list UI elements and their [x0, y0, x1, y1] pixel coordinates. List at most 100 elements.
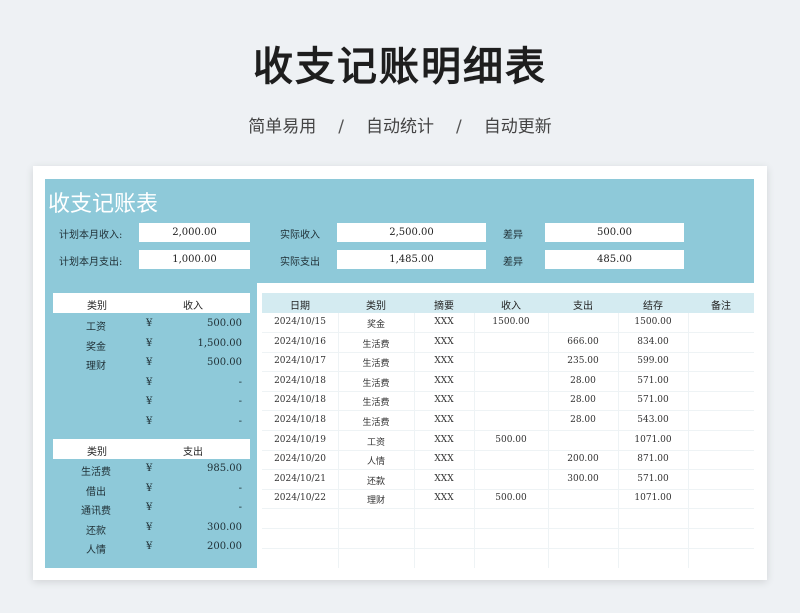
- ledger-cell-category[interactable]: 还款: [338, 474, 414, 487]
- expense-row: 通讯费 ¥ -: [53, 498, 250, 517]
- subtitle-item: 简单易用: [248, 117, 317, 137]
- income-amount-cell[interactable]: -: [239, 377, 242, 388]
- sheet-banner: 收支记账表: [45, 179, 754, 217]
- ledger-cell-summary[interactable]: XXX: [414, 474, 474, 484]
- expense-category-cell[interactable]: 人情: [53, 541, 139, 556]
- ledger-cell-balance[interactable]: 1071.00: [618, 435, 688, 445]
- income-amount-header: 收入: [183, 301, 203, 312]
- income-amount-cell[interactable]: -: [239, 416, 242, 427]
- ledger-cell-balance[interactable]: 571.00: [618, 474, 688, 484]
- currency-symbol: ¥: [146, 541, 153, 553]
- ledger-cell-category[interactable]: 理财: [338, 493, 414, 506]
- ledger-cell-date[interactable]: 2024/10/19: [262, 435, 338, 445]
- ledger-cell-expense[interactable]: 666.00: [548, 337, 618, 347]
- income-amount-cell[interactable]: 500.00: [207, 318, 242, 329]
- ledger-cell-expense[interactable]: 200.00: [548, 454, 618, 464]
- income-row: ¥ -: [53, 373, 250, 392]
- ledger-cell-income[interactable]: 500.00: [474, 493, 548, 503]
- plan-expense-cell[interactable]: 1,000.00: [139, 250, 250, 269]
- income-diff-cell[interactable]: 500.00: [545, 223, 684, 242]
- subtitle: 简单易用 / 自动统计 / 自动更新: [0, 112, 800, 137]
- ledger-cell-summary[interactable]: XXX: [414, 435, 474, 445]
- ledger-cell-category[interactable]: 生活费: [338, 376, 414, 389]
- ledger-cell-expense[interactable]: 28.00: [548, 376, 618, 386]
- ledger-cell-summary[interactable]: XXX: [414, 376, 474, 386]
- ledger-cell-category[interactable]: 生活费: [338, 415, 414, 428]
- ledger-cell-summary[interactable]: XXX: [414, 395, 474, 405]
- ledger-cell-balance[interactable]: 1500.00: [618, 317, 688, 327]
- ledger-cell-balance[interactable]: 543.00: [618, 415, 688, 425]
- ledger-cell-date[interactable]: 2024/10/22: [262, 493, 338, 503]
- ledger-cell-date[interactable]: 2024/10/15: [262, 317, 338, 327]
- ledger-cell-category[interactable]: 工资: [338, 435, 414, 448]
- expense-row: 生活费 ¥985.00: [53, 459, 250, 478]
- ledger-cell-expense[interactable]: 28.00: [548, 395, 618, 405]
- expense-category-cell[interactable]: 还款: [53, 522, 139, 537]
- expense-amount-cell[interactable]: 300.00: [207, 522, 242, 533]
- ledger-cell-date[interactable]: 2024/10/20: [262, 454, 338, 464]
- expense-category-cell[interactable]: 借出: [53, 483, 139, 498]
- expense-diff-cell[interactable]: 485.00: [545, 250, 684, 269]
- expense-amount-cell[interactable]: 985.00: [207, 463, 242, 474]
- ledger-cell-summary[interactable]: XXX: [414, 337, 474, 347]
- income-amount-cell[interactable]: -: [239, 396, 242, 407]
- ledger-cell-summary[interactable]: XXX: [414, 356, 474, 366]
- ledger-cell-summary[interactable]: XXX: [414, 454, 474, 464]
- expense-amount-cell[interactable]: -: [239, 502, 242, 513]
- income-category-cell[interactable]: 工资: [53, 318, 139, 333]
- ledger-cell-income[interactable]: 500.00: [474, 435, 548, 445]
- ledger-row: 2024/10/21 还款 XXX 300.00 571.00: [262, 470, 754, 490]
- income-row: 理财 ¥500.00: [53, 353, 250, 372]
- ledger-cell-summary[interactable]: XXX: [414, 317, 474, 327]
- income-category-cell[interactable]: 理财: [53, 357, 139, 372]
- ledger-cell-balance[interactable]: 834.00: [618, 337, 688, 347]
- currency-symbol: ¥: [146, 463, 153, 474]
- expense-amount-cell[interactable]: 200.00: [207, 541, 242, 552]
- ledger-cell-income[interactable]: 1500.00: [474, 317, 548, 327]
- ledger-cell-balance[interactable]: 571.00: [618, 376, 688, 386]
- actual-income-cell[interactable]: 2,500.00: [337, 223, 486, 242]
- ledger-cell-balance[interactable]: 1071.00: [618, 493, 688, 503]
- ledger-cell-date[interactable]: 2024/10/21: [262, 474, 338, 484]
- plan-income-label: 计划本月收入:: [59, 230, 123, 241]
- ledger-row: 2024/10/18 生活费 XXX 28.00 571.00: [262, 372, 754, 392]
- ledger-row: [262, 529, 754, 549]
- ledger-cell-date[interactable]: 2024/10/18: [262, 376, 338, 386]
- ledger-cell-balance[interactable]: 871.00: [618, 454, 688, 464]
- ledger-header-date: 日期: [290, 301, 310, 312]
- plan-expense-label: 计划本月支出:: [59, 257, 123, 268]
- currency-symbol: ¥: [146, 521, 153, 533]
- expense-category-cell[interactable]: 生活费: [53, 463, 139, 478]
- ledger-cell-expense[interactable]: 300.00: [548, 474, 618, 484]
- ledger-cell-summary[interactable]: XXX: [414, 415, 474, 425]
- ledger-row: 2024/10/18 生活费 XXX 28.00 571.00: [262, 391, 754, 412]
- ledger-cell-date[interactable]: 2024/10/16: [262, 337, 338, 347]
- expense-amount-header: 支出: [183, 447, 203, 458]
- income-amount-cell[interactable]: 500.00: [207, 357, 242, 368]
- currency-symbol: ¥: [146, 376, 153, 388]
- ledger-cell-date[interactable]: 2024/10/18: [262, 395, 338, 405]
- ledger-cell-category[interactable]: 生活费: [338, 395, 414, 408]
- ledger-cell-category[interactable]: 人情: [338, 454, 414, 467]
- currency-symbol: ¥: [146, 318, 153, 329]
- ledger-cell-balance[interactable]: 599.00: [618, 356, 688, 366]
- ledger-cell-expense[interactable]: 235.00: [548, 356, 618, 366]
- ledger-cell-balance[interactable]: 571.00: [618, 395, 688, 405]
- column-divider: [688, 313, 689, 568]
- ledger-header-expense: 支出: [573, 301, 593, 312]
- ledger-row: 2024/10/19 工资 XXX 500.00 1071.00: [262, 431, 754, 451]
- income-category-cell[interactable]: 奖金: [53, 338, 139, 353]
- income-amount-cell[interactable]: 1,500.00: [197, 338, 242, 349]
- ledger-cell-summary[interactable]: XXX: [414, 493, 474, 503]
- expense-amount-cell[interactable]: -: [239, 483, 242, 494]
- ledger-cell-category[interactable]: 奖金: [338, 317, 414, 330]
- actual-expense-cell[interactable]: 1,485.00: [337, 250, 486, 269]
- plan-income-cell[interactable]: 2,000.00: [139, 223, 250, 242]
- ledger-cell-date[interactable]: 2024/10/17: [262, 356, 338, 366]
- ledger-cell-category[interactable]: 生活费: [338, 356, 414, 369]
- expense-category-cell[interactable]: 通讯费: [53, 502, 139, 517]
- ledger-cell-expense[interactable]: 28.00: [548, 415, 618, 425]
- ledger-cell-category[interactable]: 生活费: [338, 337, 414, 350]
- ledger-cell-date[interactable]: 2024/10/18: [262, 415, 338, 425]
- summary-section: 计划本月收入: 2,000.00 计划本月支出: 1,000.00 实际收入 2…: [45, 216, 754, 283]
